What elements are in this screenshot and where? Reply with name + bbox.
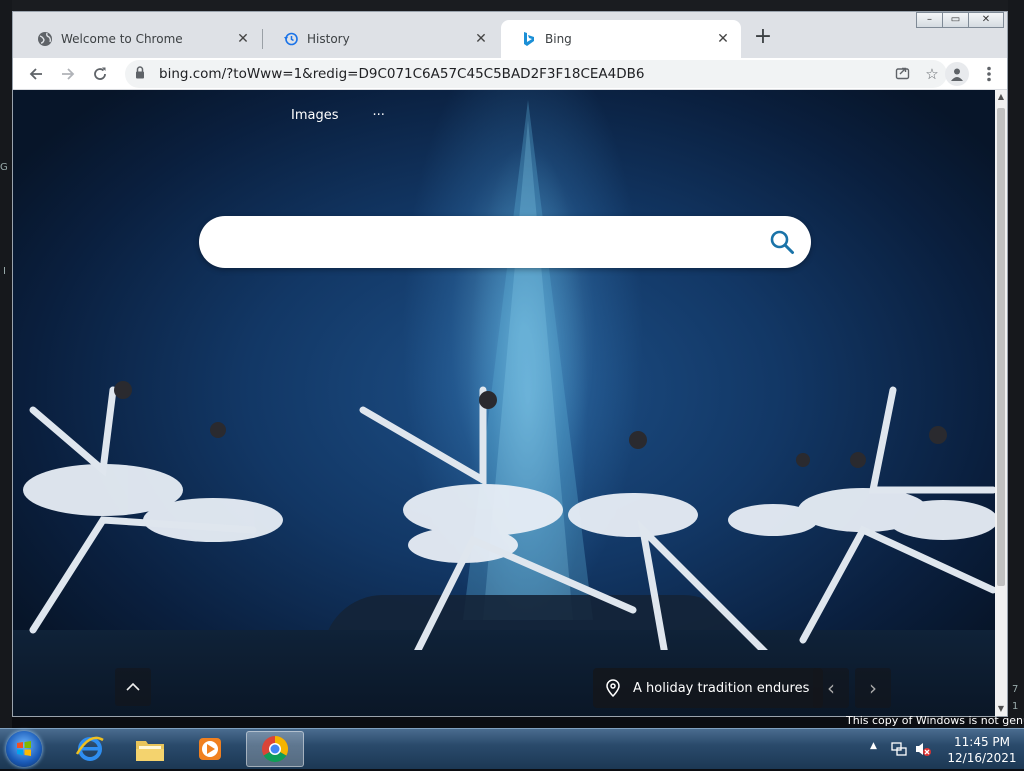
desktop-glyph: G [0, 162, 8, 173]
browser-window: Welcome to Chrome ✕ History ✕ Bing ✕ + –… [12, 11, 1008, 717]
bing-logo-icon [521, 31, 537, 47]
window-controls: – ▭ ✕ [916, 12, 1004, 30]
bing-top-nav: Images ··· [291, 108, 385, 123]
desktop-glyph: I [3, 266, 6, 277]
system-tray: ▲ 11:45 PM 12/16/2021 [860, 729, 1024, 769]
back-button[interactable] [23, 61, 49, 87]
taskbar-file-explorer[interactable] [122, 731, 178, 767]
scroll-up-button[interactable] [115, 668, 151, 706]
next-image-button[interactable]: › [855, 668, 891, 708]
scroll-thumb[interactable] [997, 108, 1005, 586]
taskbar-media-player[interactable] [182, 731, 238, 767]
history-icon [283, 31, 299, 47]
tab-label: Welcome to Chrome [61, 32, 183, 46]
bookmark-star-icon[interactable]: ☆ [917, 65, 947, 83]
start-button[interactable] [6, 731, 42, 767]
close-window-button[interactable]: ✕ [968, 12, 1004, 28]
system-clock[interactable]: 11:45 PM 12/16/2021 [940, 734, 1024, 766]
maximize-button[interactable]: ▭ [942, 12, 969, 28]
person-icon [951, 68, 963, 81]
close-icon[interactable]: ✕ [473, 31, 489, 47]
taskbar-chrome[interactable] [246, 731, 304, 767]
scroll-up-arrow[interactable]: ▲ [995, 90, 1007, 104]
profile-avatar[interactable] [945, 62, 969, 86]
windows-logo-icon [17, 741, 31, 756]
forward-button[interactable] [55, 61, 81, 87]
clock-date: 12/16/2021 [947, 751, 1017, 765]
reload-icon [94, 67, 106, 80]
url-text: bing.com/?toWww=1&redig=D9C071C6A57C45C5… [159, 66, 645, 82]
media-player-icon [199, 738, 221, 760]
network-icon[interactable] [890, 740, 908, 758]
kebab-menu-icon [987, 66, 991, 82]
more-menu-button[interactable]: ··· [373, 108, 385, 123]
chrome-menu-button[interactable] [979, 61, 999, 87]
arrow-left-icon [29, 68, 42, 80]
search-box[interactable] [199, 216, 811, 268]
location-pin-icon [606, 679, 620, 697]
clock-time: 11:45 PM [954, 735, 1010, 749]
taskbar: ▲ 11:45 PM 12/16/2021 [0, 728, 1024, 769]
show-hidden-icons-button[interactable]: ▲ [870, 741, 877, 751]
globe-icon [37, 31, 53, 47]
tab-welcome-to-chrome[interactable]: Welcome to Chrome ✕ [17, 20, 261, 58]
desktop-edge-left: G I [0, 0, 12, 728]
search-input[interactable] [223, 228, 767, 258]
desktop-background [0, 0, 1024, 11]
tab-history[interactable]: History ✕ [263, 20, 499, 58]
vertical-scrollbar[interactable]: ▲ ▼ [995, 90, 1007, 716]
address-bar[interactable]: bing.com/?toWww=1&redig=D9C071C6A57C45C5… [125, 60, 947, 88]
internet-explorer-icon [75, 736, 104, 761]
chevron-up-icon [126, 682, 140, 691]
desktop-glyph: 1 [1012, 701, 1019, 712]
new-tab-button[interactable]: + [751, 26, 775, 50]
desktop-edge-right: 7 1 [1008, 0, 1024, 728]
reload-button[interactable] [87, 61, 113, 87]
close-icon[interactable]: ✕ [715, 31, 731, 47]
tab-label: History [307, 32, 350, 46]
close-icon[interactable]: ✕ [235, 31, 251, 47]
volume-muted-icon[interactable] [914, 740, 932, 758]
images-link[interactable]: Images [291, 108, 339, 123]
share-icon[interactable] [887, 65, 917, 84]
caption-text: A holiday tradition endures [633, 680, 810, 696]
taskbar-internet-explorer[interactable] [62, 731, 118, 767]
tab-strip: Welcome to Chrome ✕ History ✕ Bing ✕ + –… [13, 12, 1007, 58]
ballet-dancers [23, 381, 995, 650]
search-icon[interactable] [769, 229, 795, 255]
chrome-icon [262, 735, 289, 763]
image-caption-button[interactable]: A holiday tradition endures [593, 668, 824, 708]
arrow-right-icon [62, 68, 75, 80]
desktop-glyph: 7 [1012, 684, 1019, 695]
folder-icon [136, 741, 164, 761]
lock-icon [135, 66, 149, 82]
browser-toolbar: bing.com/?toWww=1&redig=D9C071C6A57C45C5… [13, 58, 1007, 90]
tab-label: Bing [545, 32, 572, 46]
previous-image-button[interactable]: ‹ [813, 668, 849, 708]
minimize-button[interactable]: – [916, 12, 943, 28]
page-viewport: Images ··· A holiday tradition endures ‹… [13, 90, 995, 716]
windows-genuine-notice: This copy of Windows is not genuine [846, 714, 1024, 727]
tab-bing[interactable]: Bing ✕ [501, 20, 741, 58]
